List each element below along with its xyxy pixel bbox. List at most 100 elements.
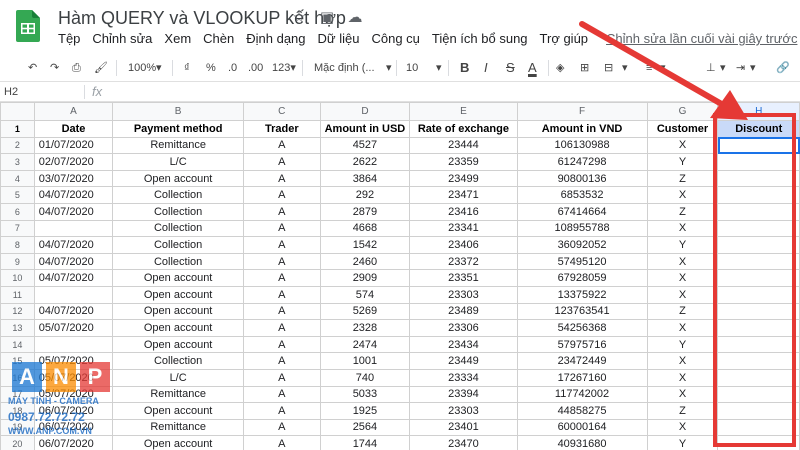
text-wrap-icon[interactable]: ⇥ xyxy=(736,58,745,78)
row-header[interactable]: 19 xyxy=(0,418,35,437)
cell-discount[interactable] xyxy=(717,368,800,387)
row-header[interactable]: 6 xyxy=(0,202,35,221)
row-header[interactable]: 1 xyxy=(0,120,35,138)
cell-payment-method[interactable]: Open account xyxy=(112,169,244,188)
cell-customer[interactable]: Y xyxy=(646,236,719,254)
column-header-d[interactable]: D xyxy=(319,102,411,121)
cell-discount[interactable] xyxy=(717,435,800,450)
cell-amount-vnd[interactable]: 40931680 xyxy=(516,435,648,450)
cell-amount-usd[interactable]: 3864 xyxy=(319,169,411,188)
cell-date[interactable]: 06/07/2020 xyxy=(33,418,114,437)
cell-payment-method[interactable]: Open account xyxy=(112,335,244,354)
cell-discount[interactable] xyxy=(717,385,800,404)
cell-amount-usd[interactable]: 4527 xyxy=(319,136,411,155)
row-header[interactable]: 9 xyxy=(0,252,35,271)
cell-payment-method[interactable]: Collection xyxy=(112,219,244,238)
menu-edit[interactable]: Chỉnh sửa xyxy=(92,31,152,46)
row-header[interactable]: 3 xyxy=(0,153,35,171)
cell-amount-usd[interactable]: 2879 xyxy=(319,202,411,221)
column-header-c[interactable]: C xyxy=(242,102,321,121)
cell-amount-usd[interactable]: 2909 xyxy=(319,269,411,287)
cell-payment-method[interactable]: Collection xyxy=(112,252,244,271)
cell-rate[interactable]: 23444 xyxy=(409,136,518,155)
cell-rate[interactable]: 23499 xyxy=(409,169,518,188)
zoom-select[interactable]: 100% xyxy=(128,58,156,78)
cell-discount[interactable] xyxy=(717,252,800,271)
cell-discount[interactable] xyxy=(717,352,800,370)
cell-amount-vnd[interactable]: 36092052 xyxy=(516,236,648,254)
cell-amount-vnd[interactable]: 44858275 xyxy=(516,402,648,420)
cell-trader[interactable]: A xyxy=(242,219,321,238)
cell-date[interactable]: 06/07/2020 xyxy=(33,435,114,450)
cell-amount-vnd[interactable]: 123763541 xyxy=(516,302,648,321)
cell-customer[interactable]: X xyxy=(646,319,719,337)
cell-customer[interactable]: X xyxy=(646,418,719,437)
row-header[interactable]: 13 xyxy=(0,319,35,337)
cell-trader[interactable]: A xyxy=(242,352,321,370)
cloud-status-icon[interactable]: ☁ xyxy=(346,8,364,26)
align-horizontal-icon[interactable]: ≡ xyxy=(646,58,652,78)
menu-insert[interactable]: Chèn xyxy=(203,31,234,46)
cell-customer[interactable]: Y xyxy=(646,335,719,354)
paint-format-icon[interactable]: 🖌 xyxy=(94,58,108,78)
cell-customer[interactable]: X xyxy=(646,186,719,204)
cell-amount-usd[interactable]: 292 xyxy=(319,186,411,204)
cell-rate[interactable]: 23406 xyxy=(409,236,518,254)
row-header[interactable]: 20 xyxy=(0,435,35,450)
cell-customer[interactable]: X xyxy=(646,368,719,387)
italic-button[interactable]: I xyxy=(484,58,488,78)
fill-color-icon[interactable]: ◈ xyxy=(556,58,564,78)
cell-date[interactable]: 04/07/2020 xyxy=(33,252,114,271)
undo-icon[interactable]: ↶ xyxy=(28,58,37,78)
cell-date[interactable]: 04/07/2020 xyxy=(33,269,114,287)
last-edit-link[interactable]: Chỉnh sửa lần cuối vài giây trước xyxy=(606,31,797,46)
row-header[interactable]: 17 xyxy=(0,385,35,404)
cell-customer[interactable]: X xyxy=(646,285,719,304)
bold-button[interactable]: B xyxy=(460,58,469,78)
more-formats-button[interactable]: 123▾ xyxy=(272,58,296,78)
cell-payment-method[interactable]: Collection xyxy=(112,352,244,370)
cell-amount-vnd[interactable]: 60000164 xyxy=(516,418,648,437)
column-header-f[interactable]: F xyxy=(516,102,648,121)
menu-format[interactable]: Định dạng xyxy=(246,31,305,46)
cell-date[interactable]: 05/07/2020 xyxy=(33,319,114,337)
row-header[interactable]: 15 xyxy=(0,352,35,370)
cell-date[interactable] xyxy=(33,285,114,304)
cell-discount[interactable] xyxy=(717,202,800,221)
row-header[interactable]: 11 xyxy=(0,285,35,304)
cell-discount[interactable] xyxy=(717,269,800,287)
cell-payment-method[interactable]: Open account xyxy=(112,435,244,450)
cell-customer[interactable]: X xyxy=(646,219,719,238)
cell-discount[interactable] xyxy=(717,219,800,238)
cell-trader[interactable]: A xyxy=(242,319,321,337)
font-size-select[interactable]: 10 xyxy=(406,58,418,78)
cell-customer[interactable]: X xyxy=(646,352,719,370)
header-trader[interactable]: Trader xyxy=(242,120,321,138)
cell-amount-vnd[interactable]: 61247298 xyxy=(516,153,648,171)
cell-trader[interactable]: A xyxy=(242,186,321,204)
cell-discount[interactable] xyxy=(717,302,800,321)
redo-icon[interactable]: ↷ xyxy=(50,58,59,78)
cell-amount-usd[interactable]: 2564 xyxy=(319,418,411,437)
cell-discount[interactable] xyxy=(717,169,800,188)
cell-rate[interactable]: 23401 xyxy=(409,418,518,437)
column-header-e[interactable]: E xyxy=(409,102,518,121)
cell-amount-vnd[interactable]: 23472449 xyxy=(516,352,648,370)
row-header[interactable]: 4 xyxy=(0,169,35,188)
cell-amount-usd[interactable]: 2622 xyxy=(319,153,411,171)
cell-rate[interactable]: 23341 xyxy=(409,219,518,238)
cell-discount[interactable] xyxy=(717,402,800,420)
header-customer[interactable]: Customer xyxy=(646,120,719,138)
row-header[interactable]: 18 xyxy=(0,402,35,420)
percent-format-button[interactable]: % xyxy=(206,58,216,78)
cell-amount-usd[interactable]: 2460 xyxy=(319,252,411,271)
cell-amount-vnd[interactable]: 6853532 xyxy=(516,186,648,204)
column-header-h[interactable]: H xyxy=(717,102,800,121)
cell-payment-method[interactable]: L/C xyxy=(112,368,244,387)
cell-amount-vnd[interactable]: 54256368 xyxy=(516,319,648,337)
cell-trader[interactable]: A xyxy=(242,236,321,254)
cell-date[interactable]: 03/07/2020 xyxy=(33,169,114,188)
currency-format-button[interactable]: ₫ xyxy=(184,58,190,78)
name-box[interactable]: H2 xyxy=(4,84,74,100)
cell-date[interactable] xyxy=(33,335,114,354)
